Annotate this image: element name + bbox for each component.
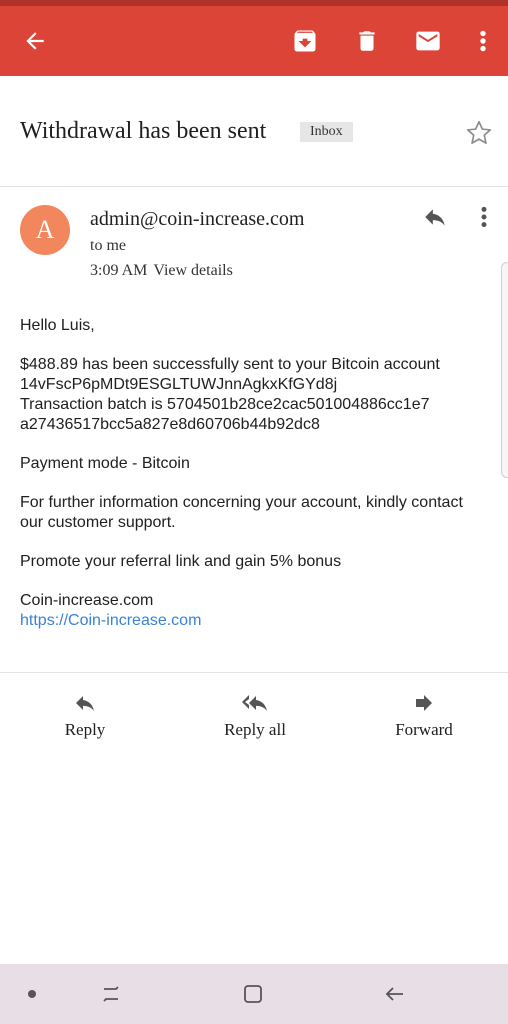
scrollbar-handle[interactable]: [501, 262, 508, 478]
info-paragraph: For further information concerning your …: [20, 494, 463, 531]
reply-icon[interactable]: [420, 204, 450, 230]
mail-icon[interactable]: [403, 6, 453, 76]
more-vert-icon[interactable]: [458, 6, 508, 76]
reply-button[interactable]: Reply: [30, 690, 140, 740]
body-line: $488.89 has been successfully sent to yo…: [20, 356, 440, 373]
body-line: a27436517bcc5a827e8d60706b44b92dc8: [20, 416, 320, 433]
sender-email[interactable]: admin@coin-increase.com: [90, 208, 304, 231]
avatar[interactable]: A: [20, 205, 70, 255]
message-time: 3:09 AM: [90, 262, 148, 279]
greeting: Hello Luis,: [20, 317, 95, 334]
message-more-icon[interactable]: [474, 204, 494, 230]
trash-icon[interactable]: [342, 6, 392, 76]
inbox-label[interactable]: Inbox: [300, 122, 353, 142]
signature-text: Coin-increase.com: [20, 592, 154, 609]
back-arrow-icon[interactable]: [10, 6, 60, 76]
divider: [0, 672, 508, 673]
message-meta: 3:09 AM View details: [90, 262, 239, 280]
signature-block: Coin-increase.com https://Coin-increase.…: [20, 591, 490, 631]
back-icon[interactable]: [375, 964, 415, 1024]
reply-all-icon: [200, 690, 310, 716]
archive-icon[interactable]: [280, 6, 330, 76]
view-details-link[interactable]: View details: [153, 262, 232, 279]
transfer-paragraph: $488.89 has been successfully sent to yo…: [20, 355, 490, 435]
recipient-text: to me: [90, 237, 126, 254]
reply-label: Reply: [64, 720, 106, 739]
reply-all-button[interactable]: Reply all: [200, 690, 310, 740]
reply-icon: [30, 690, 140, 716]
payment-mode: Payment mode - Bitcoin: [20, 455, 190, 472]
forward-button[interactable]: Forward: [369, 690, 479, 740]
subject-title: Withdrawal has been sent: [20, 118, 267, 144]
subject-row: Withdrawal has been sent Inbox: [0, 110, 508, 160]
promo-paragraph: Promote your referral link and gain 5% b…: [20, 553, 342, 570]
divider: [0, 186, 508, 187]
system-nav-bar: [0, 964, 508, 1024]
app-bar: [0, 6, 508, 76]
star-icon[interactable]: [464, 118, 494, 148]
dot-icon[interactable]: [12, 964, 52, 1024]
site-link[interactable]: https://Coin-increase.com: [20, 612, 201, 629]
recent-apps-icon[interactable]: [91, 964, 131, 1024]
message-actions: Reply Reply all Forward: [0, 690, 508, 750]
wallet-address: 14vFscP6pMDt9ESGLTUWJnnAgkxKfGYd8j: [20, 376, 338, 393]
home-icon[interactable]: [233, 964, 273, 1024]
forward-icon: [369, 690, 479, 716]
body-line: Transaction batch is 5704501b28ce2cac501…: [20, 396, 430, 413]
reply-all-label: Reply all: [224, 720, 286, 739]
forward-label: Forward: [395, 720, 453, 739]
message-body: Hello Luis, $488.89 has been successfull…: [20, 316, 490, 650]
